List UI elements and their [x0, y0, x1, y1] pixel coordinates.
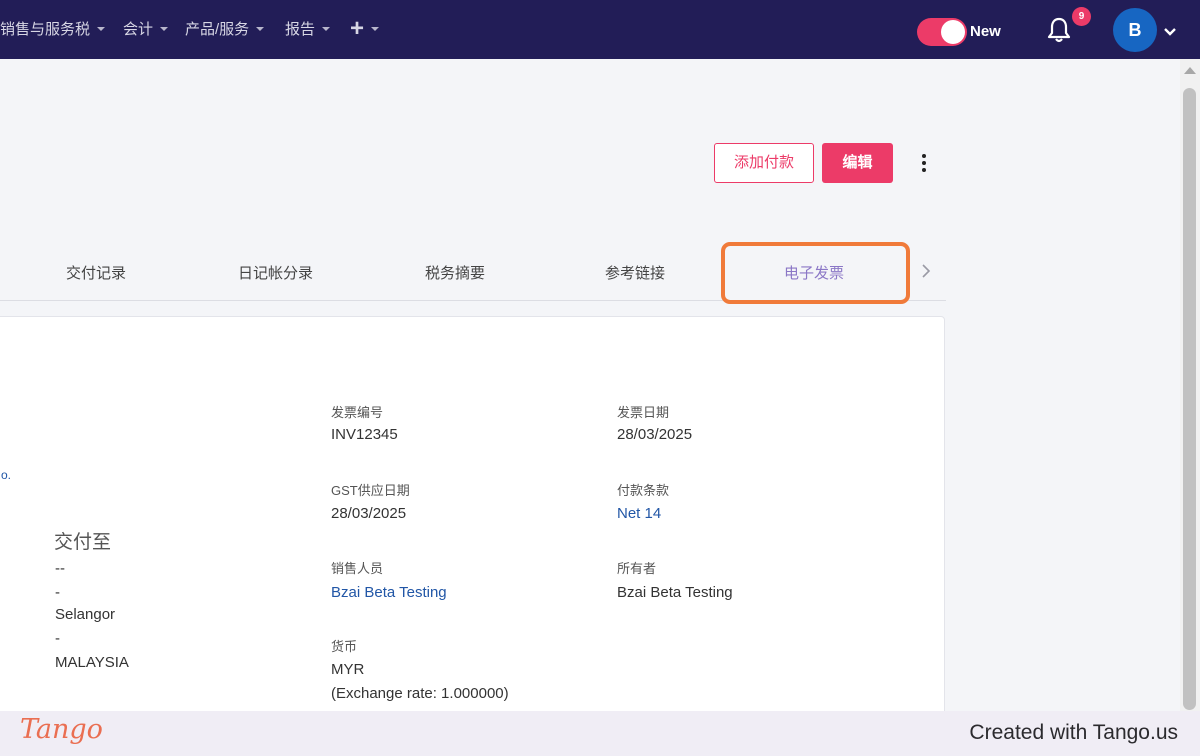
nav-item-sst[interactable]: 销售与服务税 — [0, 18, 106, 39]
owner-label: 所有者 — [617, 561, 657, 576]
toggle-knob — [941, 20, 965, 44]
tab-journal-entries[interactable]: 日记帐分录 — [238, 262, 313, 283]
invoice-number-value: INV12345 — [331, 426, 398, 443]
address-line: - — [55, 584, 60, 601]
scroll-up-arrow-icon[interactable] — [1184, 67, 1196, 74]
currency-label: 货币 — [331, 639, 358, 654]
tab-highlight-outline — [721, 242, 910, 304]
address-line: -- — [55, 560, 65, 577]
chevron-down-icon[interactable] — [1163, 24, 1177, 36]
nav-item-reports[interactable]: 报告 — [285, 18, 331, 39]
top-navigation-bar: 销售与服务税 会计 产品/服务 报告 + New 9 B — [0, 0, 1200, 59]
invoice-details-card — [0, 316, 945, 716]
salesperson-link[interactable]: Bzai Beta Testing — [331, 584, 447, 601]
avatar[interactable]: B — [1113, 8, 1157, 52]
gst-supply-date-label: GST供应日期 — [331, 483, 410, 498]
truncated-link-text[interactable]: o. — [1, 468, 11, 482]
invoice-date-label: 发票日期 — [617, 405, 670, 420]
salesperson-label: 销售人员 — [331, 561, 384, 576]
chevron-down-icon — [97, 26, 106, 31]
nav-item-accounting[interactable]: 会计 — [123, 18, 169, 39]
created-with-text: Created with Tango.us — [969, 721, 1178, 744]
new-ui-toggle[interactable] — [917, 18, 967, 46]
address-line: - — [55, 630, 60, 647]
nav-item-label: 会计 — [123, 21, 154, 38]
chevron-down-icon — [371, 27, 380, 31]
payment-terms-link[interactable]: Net 14 — [617, 505, 661, 522]
deliver-to-heading: 交付至 — [54, 532, 112, 553]
tango-logo: Tango — [20, 714, 103, 745]
notification-badge: 9 — [1072, 7, 1091, 26]
tab-reference-links[interactable]: 参考链接 — [605, 262, 665, 283]
payment-terms-label: 付款条款 — [617, 483, 670, 498]
currency-value: MYR — [331, 661, 365, 678]
nav-item-label: 销售与服务税 — [0, 21, 91, 38]
plus-icon: + — [350, 15, 365, 42]
chevron-down-icon — [256, 26, 265, 31]
owner-value: Bzai Beta Testing — [617, 584, 733, 601]
address-line: MALAYSIA — [55, 654, 129, 671]
exchange-rate-value: (Exchange rate: 1.000000) — [331, 685, 509, 702]
edit-button[interactable]: 编辑 — [822, 143, 893, 183]
invoice-date-value: 28/03/2025 — [617, 426, 693, 443]
chevron-down-icon — [160, 26, 169, 31]
tab-delivery-records[interactable]: 交付记录 — [66, 262, 126, 283]
nav-add-new[interactable]: + — [350, 15, 380, 42]
nav-item-products-services[interactable]: 产品/服务 — [185, 18, 265, 39]
tab-tax-summary[interactable]: 税务摘要 — [425, 262, 485, 283]
address-line: Selangor — [55, 606, 116, 623]
add-payment-button[interactable]: 添加付款 — [714, 143, 814, 183]
more-options-icon[interactable] — [914, 152, 934, 176]
nav-item-label: 报告 — [285, 21, 316, 38]
chevron-right-icon[interactable] — [920, 263, 932, 279]
bell-icon[interactable] — [1046, 16, 1072, 44]
invoice-number-label: 发票编号 — [331, 405, 384, 420]
scrollbar-thumb[interactable] — [1183, 88, 1196, 710]
toggle-label: New — [970, 23, 1001, 40]
nav-item-label: 产品/服务 — [185, 21, 250, 38]
gst-supply-date-value: 28/03/2025 — [331, 505, 407, 522]
chevron-down-icon — [322, 26, 331, 31]
